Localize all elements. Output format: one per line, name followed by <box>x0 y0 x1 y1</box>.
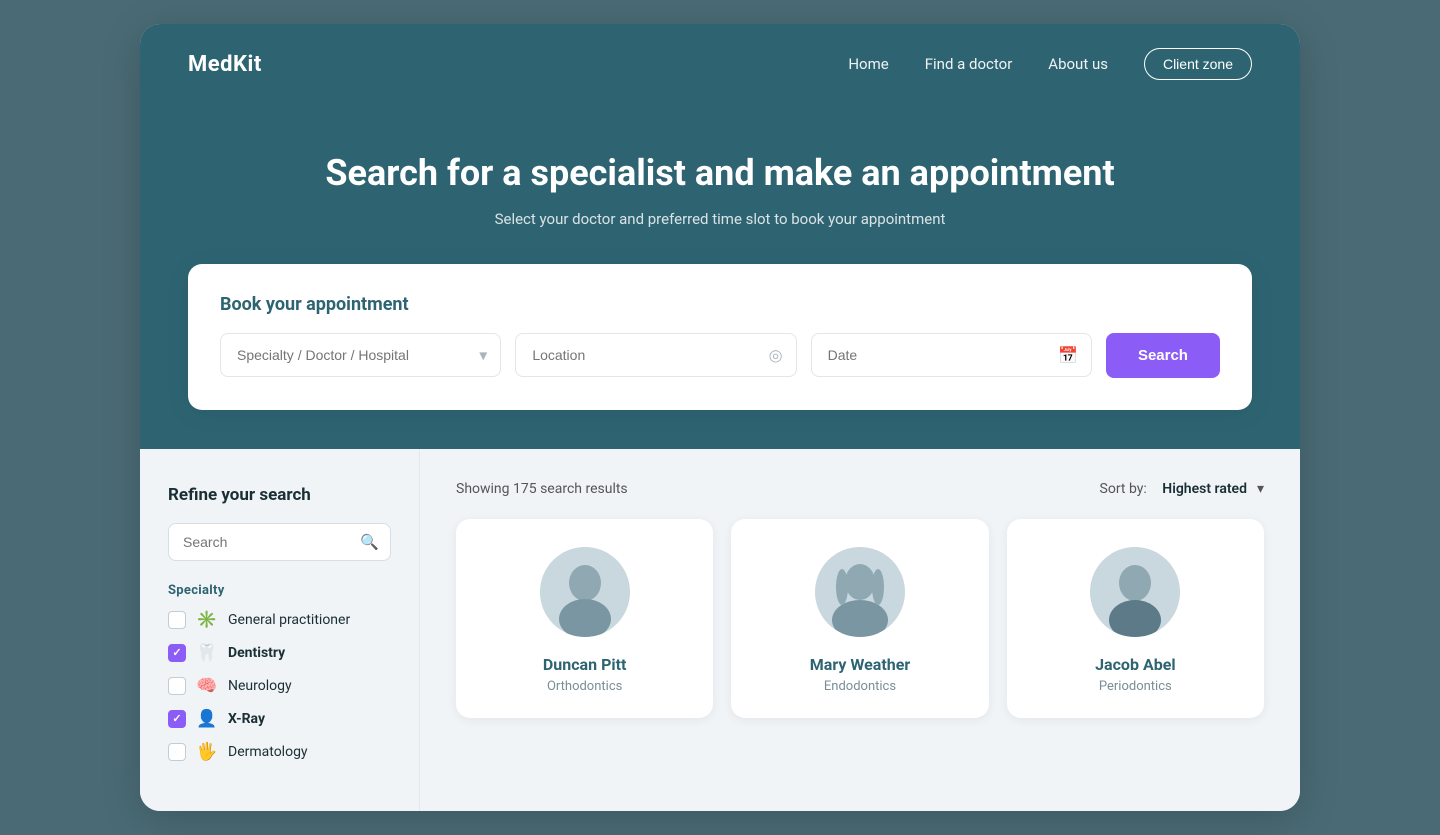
doctor-name: Jacob Abel <box>1095 655 1175 674</box>
sort-label: Sort by: <box>1100 481 1147 497</box>
specialty-checkbox[interactable] <box>168 644 186 662</box>
specialty-icon: 🧠 <box>196 676 218 696</box>
nav-home[interactable]: Home <box>848 55 888 73</box>
location-field-wrap: ◎ <box>515 333 796 377</box>
date-input[interactable] <box>811 333 1092 377</box>
doctor-specialty: Orthodontics <box>547 679 622 694</box>
specialty-icon: 🖐 <box>196 742 218 762</box>
hero-content: Search for a specialist and make an appo… <box>188 104 1252 263</box>
sort-control[interactable]: Sort by: Highest rated ▾ <box>1100 481 1264 497</box>
doctor-card[interactable]: Jacob Abel Periodontics <box>1007 519 1264 718</box>
hero-title: Search for a specialist and make an appo… <box>188 152 1252 195</box>
doctor-specialty: Endodontics <box>824 679 896 694</box>
specialty-name: General practitioner <box>228 612 350 628</box>
specialty-list: ✳️ General practitioner 🦷 Dentistry 🧠 Neurolo… <box>168 610 391 762</box>
results-count: Showing 175 search results <box>456 481 628 497</box>
specialty-name: X-Ray <box>228 711 265 727</box>
location-input[interactable] <box>515 333 796 377</box>
brand-logo: MedKit <box>188 52 262 77</box>
specialty-icon: ✳️ <box>196 610 218 630</box>
doctor-name: Duncan Pitt <box>543 655 627 674</box>
specialty-name: Dentistry <box>228 645 285 661</box>
sort-value: Highest rated <box>1162 481 1247 497</box>
sidebar-search-input[interactable] <box>168 523 391 561</box>
doctor-card[interactable]: Mary Weather Endodontics <box>731 519 988 718</box>
sidebar: Refine your search 🔍 Specialty ✳️ General… <box>140 449 420 811</box>
search-icon: 🔍 <box>360 533 379 551</box>
results-header: Showing 175 search results Sort by: High… <box>456 481 1264 497</box>
booking-card: Book your appointment ▾ ◎ 📅 Search <box>188 264 1252 410</box>
specialty-checkbox[interactable] <box>168 677 186 695</box>
specialty-section-label: Specialty <box>168 583 391 598</box>
chevron-down-icon: ▾ <box>1257 481 1264 497</box>
specialty-checkbox[interactable] <box>168 743 186 761</box>
bottom-section: Refine your search 🔍 Specialty ✳️ General… <box>140 449 1300 811</box>
nav-find-doctor[interactable]: Find a doctor <box>925 55 1013 73</box>
specialty-icon: 🦷 <box>196 643 218 663</box>
search-button[interactable]: Search <box>1106 333 1220 378</box>
hero-subtitle: Select your doctor and preferred time sl… <box>188 210 1252 228</box>
app-container: MedKit Home Find a doctor About us Clien… <box>140 24 1300 810</box>
client-zone-button[interactable]: Client zone <box>1144 48 1252 80</box>
doctor-cards-grid: Duncan Pitt Orthodontics Mary Weather Endo… <box>456 519 1264 718</box>
hero-section: MedKit Home Find a doctor About us Clien… <box>140 24 1300 448</box>
specialty-icon: 👤 <box>196 709 218 729</box>
booking-fields: ▾ ◎ 📅 Search <box>220 333 1220 378</box>
specialty-input[interactable] <box>220 333 501 377</box>
results-area: Showing 175 search results Sort by: High… <box>420 449 1300 811</box>
doctor-card[interactable]: Duncan Pitt Orthodontics <box>456 519 713 718</box>
doctor-specialty: Periodontics <box>1099 679 1172 694</box>
specialty-field-wrap: ▾ <box>220 333 501 377</box>
navbar: MedKit Home Find a doctor About us Clien… <box>188 24 1252 104</box>
avatar <box>1090 547 1180 637</box>
avatar <box>815 547 905 637</box>
specialty-item[interactable]: 🦷 Dentistry <box>168 643 391 663</box>
specialty-name: Neurology <box>228 678 292 694</box>
nav-links: Home Find a doctor About us Client zone <box>848 48 1252 80</box>
specialty-checkbox[interactable] <box>168 611 186 629</box>
avatar <box>540 547 630 637</box>
specialty-item[interactable]: 🖐 Dermatology <box>168 742 391 762</box>
specialty-checkbox[interactable] <box>168 710 186 728</box>
nav-about[interactable]: About us <box>1048 55 1108 73</box>
specialty-name: Dermatology <box>228 744 308 760</box>
specialty-item[interactable]: 👤 X-Ray <box>168 709 391 729</box>
booking-card-title: Book your appointment <box>220 294 1220 315</box>
sidebar-title: Refine your search <box>168 485 391 505</box>
specialty-item[interactable]: 🧠 Neurology <box>168 676 391 696</box>
specialty-item[interactable]: ✳️ General practitioner <box>168 610 391 630</box>
sidebar-search-wrap: 🔍 <box>168 523 391 561</box>
date-field-wrap: 📅 <box>811 333 1092 377</box>
doctor-name: Mary Weather <box>810 655 910 674</box>
